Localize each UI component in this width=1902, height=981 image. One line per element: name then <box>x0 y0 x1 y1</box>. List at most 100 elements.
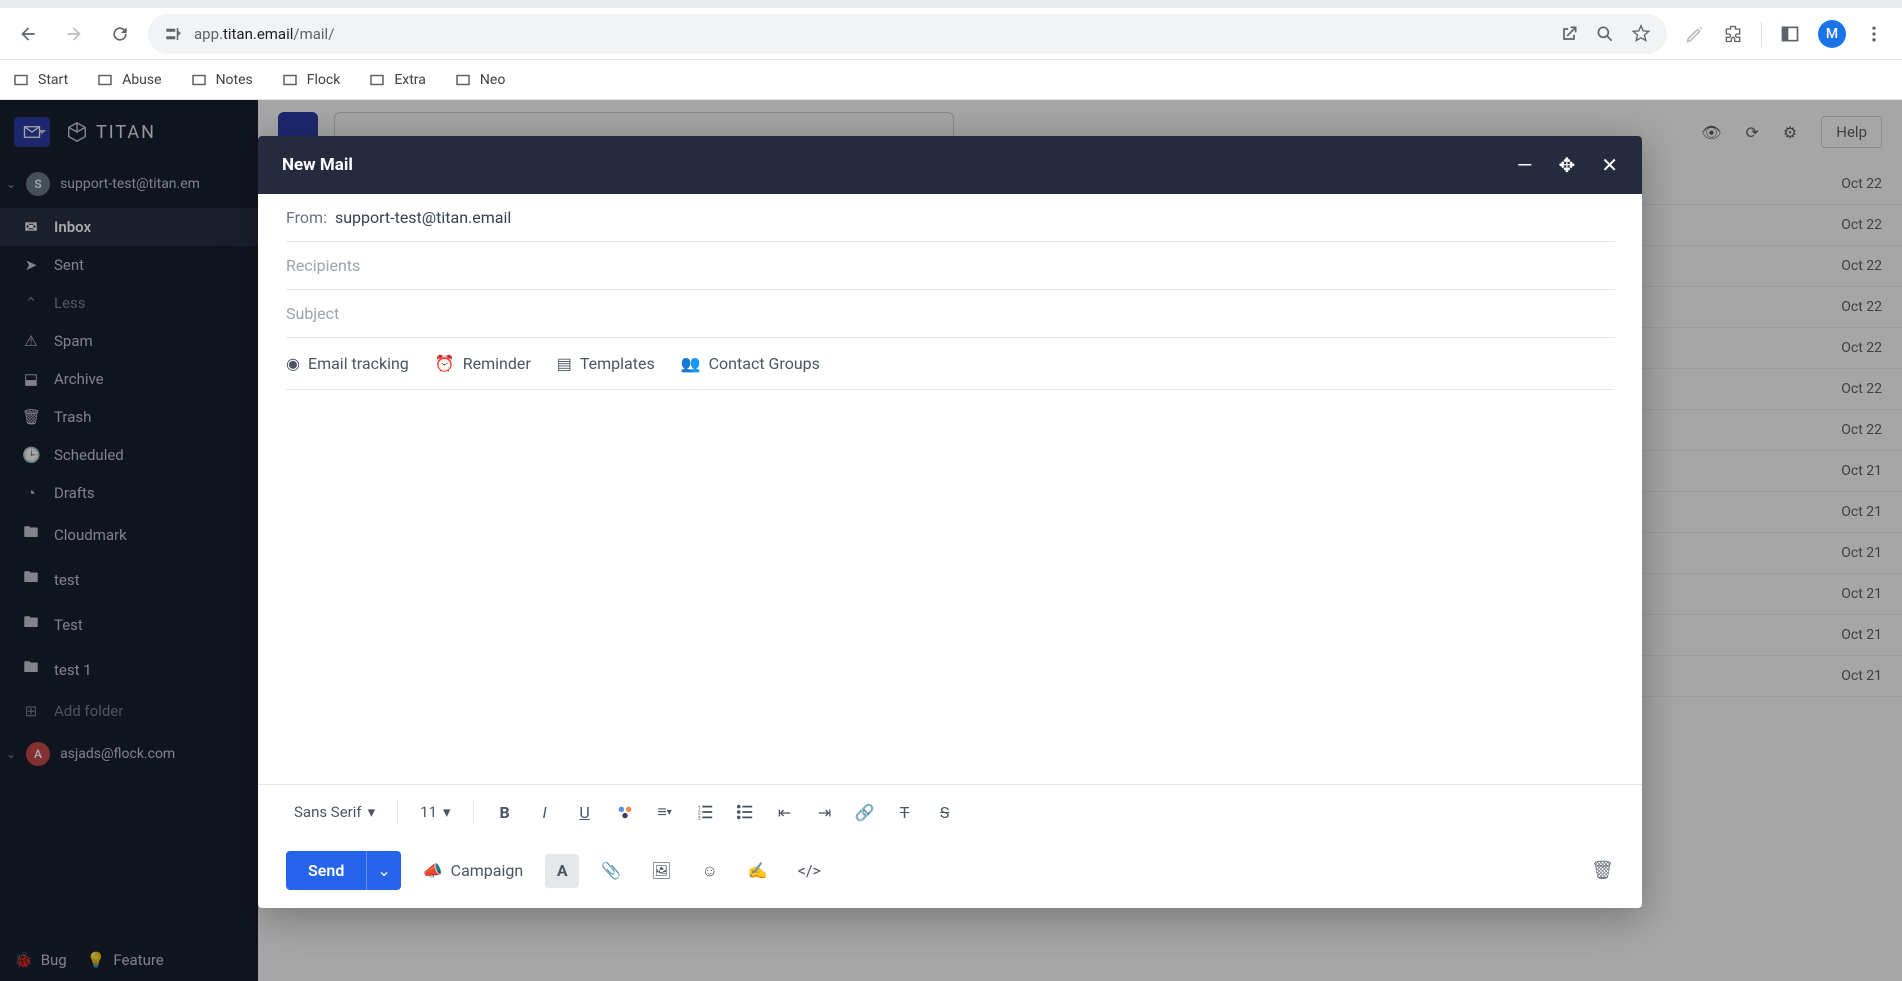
folder-spam[interactable]: ⚠Spam <box>0 322 258 360</box>
folder-test1[interactable]: 🖿test 1 <box>0 647 258 692</box>
browser-toolbar: app.titan.email/mail/ M <box>0 8 1902 60</box>
insert-image-button[interactable]: 🖼 <box>643 855 679 886</box>
sidepanel-icon[interactable] <box>1780 24 1800 44</box>
folder-icon: 🖿 <box>22 657 40 682</box>
logo-icon <box>66 121 88 143</box>
expand-icon[interactable]: ✥ <box>1558 155 1575 175</box>
font-size-select[interactable]: 11▾ <box>412 799 458 825</box>
contact-groups-button[interactable]: 👥Contact Groups <box>681 354 820 373</box>
address-bar[interactable]: app.titan.email/mail/ <box>148 14 1667 54</box>
text-color-button[interactable] <box>608 795 642 829</box>
edit-ext-icon[interactable] <box>1685 24 1705 44</box>
bookmark-abuse[interactable]: Abuse <box>96 71 161 89</box>
signature-button[interactable]: ✍ <box>740 855 776 886</box>
text-format-button[interactable]: A <box>545 854 579 888</box>
italic-button[interactable]: I <box>528 795 562 829</box>
compose-footer: Send ⌄ 📣Campaign A 📎 🖼 ☺ ✍ </> 🗑 <box>258 839 1642 908</box>
open-external-icon[interactable] <box>1559 24 1579 44</box>
email-date: Oct 21 <box>1822 668 1882 684</box>
compose-button[interactable] <box>14 117 50 147</box>
close-icon[interactable]: ✕ <box>1601 155 1618 175</box>
app-logo: TITAN <box>66 121 156 143</box>
account-badge: A <box>26 742 50 766</box>
discard-button[interactable]: 🗑 <box>1591 860 1614 881</box>
send-options-button[interactable]: ⌄ <box>366 851 400 890</box>
compose-body: From: support-test@titan.email Recipient… <box>258 194 1642 784</box>
forward-button[interactable] <box>56 16 92 52</box>
bookmark-neo[interactable]: Neo <box>454 71 505 89</box>
folder-icon: 🖿 <box>22 612 40 637</box>
folder-inbox[interactable]: ✉Inbox <box>0 208 258 246</box>
bookmark-start[interactable]: Start <box>12 71 68 89</box>
svg-text:3: 3 <box>697 816 700 821</box>
indent-button[interactable]: ⇥ <box>808 795 842 829</box>
site-settings-icon[interactable] <box>164 25 182 43</box>
account-row-2[interactable]: ⌄ A asjads@flock.com <box>0 734 258 774</box>
email-tracking-button[interactable]: ◉Email tracking <box>286 354 409 373</box>
emoji-button[interactable]: ☺ <box>693 855 725 887</box>
chevron-down-icon: ▾ <box>368 803 376 821</box>
align-button[interactable]: ≡▾ <box>648 795 682 829</box>
bookmark-flock[interactable]: Flock <box>281 71 341 89</box>
extensions-icon[interactable] <box>1723 24 1743 44</box>
outdent-button[interactable]: ⇤ <box>768 795 802 829</box>
chevron-down-icon: ▾ <box>443 803 451 821</box>
help-button[interactable]: Help <box>1821 116 1882 148</box>
ordered-list-button[interactable]: 123 <box>688 795 722 829</box>
url-text: app.titan.email/mail/ <box>194 25 334 43</box>
folder-less-toggle[interactable]: ⌃Less <box>0 284 258 322</box>
attach-button[interactable]: 📎 <box>593 855 629 886</box>
refresh-icon[interactable]: ⟳ <box>1746 123 1759 142</box>
envelope-icon: ✉ <box>22 218 40 236</box>
megaphone-icon: 📣 <box>423 861 443 880</box>
back-button[interactable] <box>10 16 46 52</box>
bold-button[interactable]: B <box>488 795 522 829</box>
folder-test-lc[interactable]: 🖿test <box>0 557 258 602</box>
toolbar-divider <box>397 800 398 824</box>
minimize-icon[interactable]: — <box>1517 155 1533 175</box>
folder-test-uc[interactable]: 🖿Test <box>0 602 258 647</box>
report-bug-button[interactable]: 🐞Bug <box>14 951 67 969</box>
paperclip-icon: 📎 <box>601 861 621 880</box>
contacts-icon: 👥 <box>681 354 701 373</box>
recipients-field[interactable]: Recipients <box>286 242 1614 290</box>
folder-cloudmark[interactable]: 🖿Cloudmark <box>0 512 258 557</box>
folder-icon: 🖿 <box>22 567 40 592</box>
folder-trash[interactable]: 🗑Trash <box>0 398 258 436</box>
folder-add[interactable]: ⊞Add folder <box>0 692 258 730</box>
image-icon: 🖼 <box>651 861 671 880</box>
compose-header[interactable]: New Mail — ✥ ✕ <box>258 136 1642 194</box>
code-button[interactable]: </> <box>790 855 829 886</box>
bookmark-star-icon[interactable] <box>1631 24 1651 44</box>
strikethrough-button[interactable]: S <box>928 795 962 829</box>
reminder-button[interactable]: ⏰Reminder <box>435 354 531 373</box>
link-button[interactable]: 🔗 <box>848 795 882 829</box>
settings-icon[interactable]: ⚙ <box>1783 123 1797 142</box>
subject-field[interactable]: Subject <box>286 290 1614 338</box>
account-row-1[interactable]: ⌄ S support-test@titan.em <box>0 164 258 204</box>
clear-format-button[interactable]: T <box>888 795 922 829</box>
underline-button[interactable]: U <box>568 795 602 829</box>
campaign-button[interactable]: 📣Campaign <box>415 855 531 886</box>
plus-square-icon: ⊞ <box>22 702 40 720</box>
compose-editor[interactable] <box>286 390 1614 784</box>
bookmark-extra[interactable]: Extra <box>368 71 426 89</box>
templates-button[interactable]: ▤Templates <box>557 354 655 373</box>
folder-scheduled[interactable]: 🕒Scheduled <box>0 436 258 474</box>
folder-sent[interactable]: ➤Sent <box>0 246 258 284</box>
reload-button[interactable] <box>102 16 138 52</box>
font-family-select[interactable]: Sans Serif▾ <box>286 799 383 825</box>
eye-icon[interactable]: 👁 <box>1701 123 1721 142</box>
zoom-icon[interactable] <box>1595 24 1615 44</box>
send-button[interactable]: Send <box>286 851 366 890</box>
bookmark-notes[interactable]: Notes <box>190 71 253 89</box>
folder-archive[interactable]: ⬓Archive <box>0 360 258 398</box>
sidebar: TITAN ⌄ S support-test@titan.em ✉Inbox ➤… <box>0 100 258 981</box>
browser-menu-icon[interactable] <box>1864 24 1884 44</box>
folder-drafts[interactable]: ◔Drafts <box>0 474 258 512</box>
bullet-list-button[interactable] <box>728 795 762 829</box>
recipients-placeholder: Recipients <box>286 256 360 275</box>
request-feature-button[interactable]: 💡Feature <box>87 951 164 969</box>
from-field[interactable]: From: support-test@titan.email <box>286 194 1614 242</box>
profile-avatar[interactable]: M <box>1818 20 1846 48</box>
